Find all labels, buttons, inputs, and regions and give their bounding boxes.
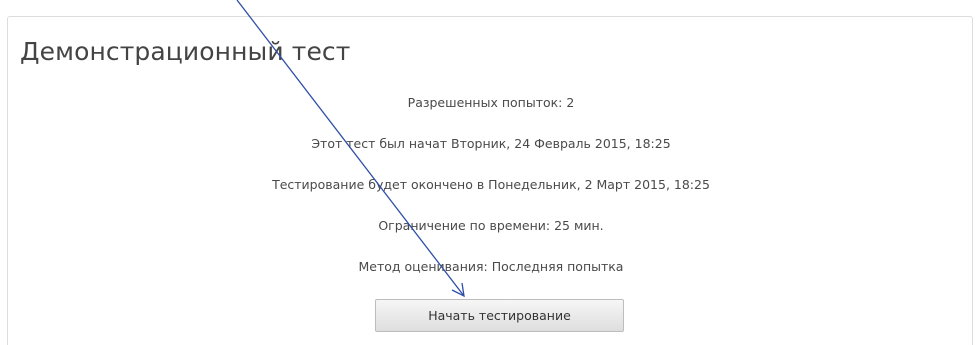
page-title: Демонстрационный тест (20, 37, 351, 66)
time-limit-text: Ограничение по времени: 25 мин. (378, 218, 604, 233)
attempts-allowed-text: Разрешенных попыток: 2 (407, 95, 575, 110)
ends-at-text: Тестирование будет окончено в Понедельни… (272, 177, 710, 192)
grading-method-text: Метод оценивания: Последняя попытка (358, 259, 624, 274)
screenshot-stage: Демонстрационный тест Разрешенных попыто… (0, 0, 979, 345)
quiz-panel: Демонстрационный тест Разрешенных попыто… (7, 16, 973, 345)
started-at-text: Этот тест был начат Вторник, 24 Февраль … (311, 136, 671, 151)
start-test-button[interactable]: Начать тестирование (375, 299, 624, 332)
